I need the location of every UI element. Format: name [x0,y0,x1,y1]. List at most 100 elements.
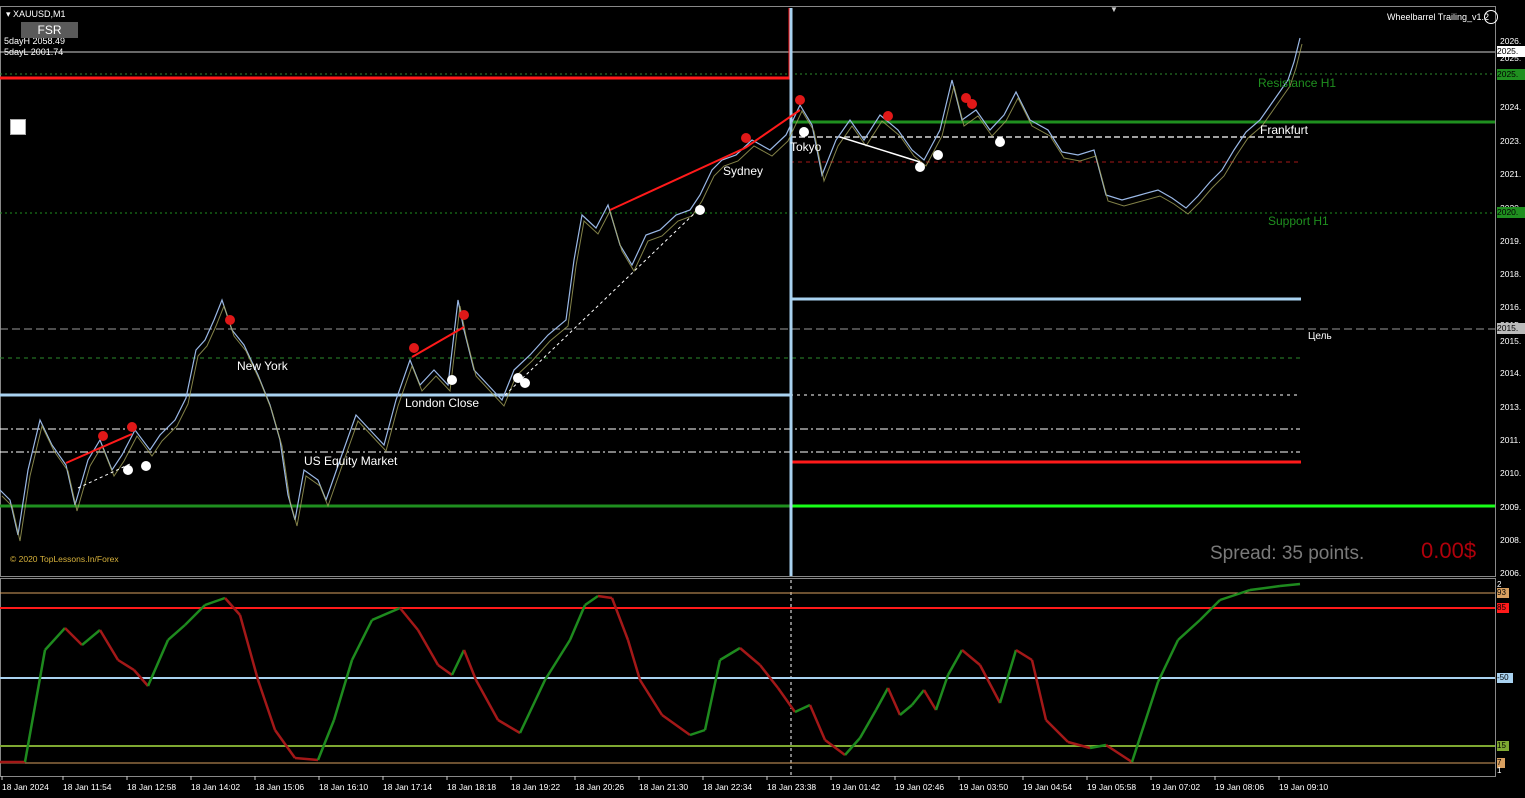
oscillator-segment [332,659,354,721]
fractal-down-icon [520,378,530,388]
osc-tick-15: 15 [1497,741,1509,751]
oscillator-segment [759,664,779,689]
fractal-down-icon [933,150,943,160]
time-tick-label: 19 Jan 09:10 [1279,782,1328,792]
oscillator-segment [874,687,890,711]
scroll-triangle-icon[interactable]: ▼ [1110,5,1118,14]
oscillator-segment [610,597,630,641]
oscillator-segment [1249,584,1281,592]
support-label: Support H1 [1268,214,1329,228]
time-tick-label: 18 Jan 19:22 [511,782,560,792]
price-chart[interactable]: 2026.2025.2024.2023.2021.2020.2019.2018.… [0,0,1525,798]
oscillator-segment [584,594,599,607]
time-tick-label: 18 Jan 2024 [2,782,49,792]
oscillator-segment [597,594,613,600]
price-series [0,37,1301,536]
oscillator-segment [794,703,811,714]
time-tick-label: 18 Jan 23:38 [767,782,816,792]
fractal-up-icon [883,111,893,121]
oscillator-segment [922,689,938,711]
time-tick-label: 19 Jan 04:54 [1023,782,1072,792]
price-tick-label: 2018. [1500,269,1521,279]
oscillator-segment [117,658,135,672]
session-tokyo: Tokyo [790,140,822,154]
target-price-marker: 2015. [1497,323,1525,334]
osc-tick-85: 85 [1497,603,1509,613]
osc-tick-50: -50 [1497,673,1513,683]
fractal-down-icon [141,461,151,471]
oscillator-segment [934,674,950,711]
time-tick-label: 19 Jan 08:06 [1215,782,1264,792]
time-axis: 18 Jan 2024 18 Jan 11:54 18 Jan 12:58 18 Ja… [1,776,1328,792]
resistance-price-marker: 2025. [1497,69,1525,80]
price-tick-label: 2008. [1500,535,1521,545]
time-tick-label: 18 Jan 18:18 [447,782,496,792]
fractal-down-icon [447,375,457,385]
oscillator-segment [978,664,1002,704]
time-tick-label: 18 Jan 15:06 [255,782,304,792]
price-tick-label: 2023. [1500,136,1521,146]
price-tick-label: 2014. [1500,368,1521,378]
price-tick-label: 2013. [1500,402,1521,412]
oscillator-segment [1130,681,1160,763]
time-tick-label: 19 Jan 07:02 [1151,782,1200,792]
time-tick-label: 18 Jan 17:14 [383,782,432,792]
time-tick-label: 19 Jan 01:42 [831,782,880,792]
oscillator-segment [371,606,401,622]
price-tick-label: 2016. [1500,302,1521,312]
oscillator-segment [238,614,260,681]
indicator-name: Wheelbarrel Trailing_v1.2 [1386,12,1489,22]
session-new-york: New York [237,359,288,373]
fractal-up-icon [795,95,805,105]
oscillator-segment [1199,599,1221,621]
fractal-up-icon [967,99,977,109]
chart-window[interactable]: 2026.2025.2024.2023.2021.2020.2019.2018.… [0,0,1525,798]
dropdown-arrow-icon[interactable]: ▾ [6,9,11,19]
oscillator-segment [703,659,722,731]
oscillator-segment [886,687,902,716]
oscillator-segment [719,646,741,662]
fractal-markers [98,93,1005,475]
oscillator-segment [204,596,226,607]
oscillator-segment [638,679,664,716]
oscillator-segment [1177,619,1201,641]
oscillator-segment [146,639,170,687]
oscillator-segment [776,687,797,713]
fractal-up-icon [459,310,469,320]
price-tick-label: 2026. [1500,36,1521,46]
oscillator-segment [1030,659,1048,721]
panel-toggle-button[interactable] [10,119,26,135]
fractal-up-icon [98,431,108,441]
fsr-button[interactable]: FSR [21,22,78,38]
fractal-up-icon [127,422,137,432]
fractal-down-icon [123,465,133,475]
oscillator-segment [98,629,120,661]
oscillator-segment [1279,582,1301,588]
oscillator-segment [497,718,521,735]
oscillator-segment [294,756,319,762]
oscillator-segment [808,704,827,741]
oscillator-segment [543,639,572,681]
oscillator-segment [689,728,706,737]
oscillator-segment [946,649,964,676]
oscillator-series [0,582,1301,764]
oscillator-segment [824,739,846,756]
price-series-overlay [1,43,1303,542]
osc-tick-93: 93 [1497,588,1509,598]
osc-bottom-label: 1 [1497,766,1502,775]
trend-line-3 [609,147,746,211]
oscillator-segment [437,663,453,677]
price-tick-label: 2015. [1500,336,1521,346]
spread-readout: Spread: 35 points. [1210,543,1365,564]
fractal-down-icon [995,137,1005,147]
trend-dotted-2 [504,207,701,396]
time-tick-label: 18 Jan 22:34 [703,782,752,792]
oscillator-segment [1015,648,1033,662]
price-tick-label: 2024. [1500,102,1521,112]
oscillator-segment [911,689,925,706]
oscillator-segment [626,639,642,681]
time-tick-label: 19 Jan 02:46 [895,782,944,792]
oscillator-segment [858,709,878,739]
price-tick-label: 2009. [1500,502,1521,512]
fractal-down-icon [695,205,705,215]
